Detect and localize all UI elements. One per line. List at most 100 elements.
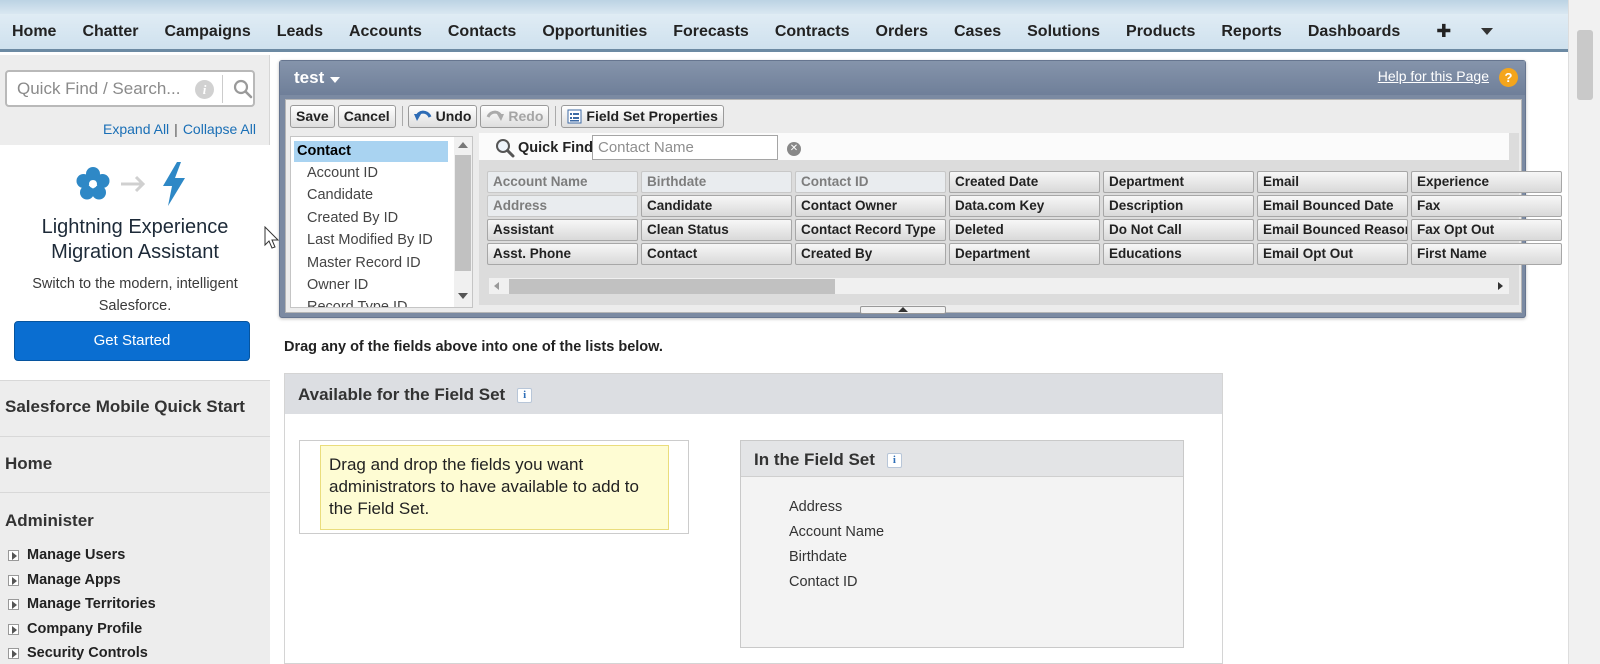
- field-chip[interactable]: First Name: [1411, 243, 1562, 265]
- collapse-palette-handle[interactable]: [860, 306, 946, 314]
- field-chip[interactable]: Deleted: [949, 219, 1100, 241]
- field-chip[interactable]: Department: [1103, 171, 1254, 193]
- sidebar-item-company-profile[interactable]: Company Profile: [8, 621, 142, 637]
- list-item[interactable]: Account ID: [291, 163, 455, 184]
- more-tabs-chevron-down-icon[interactable]: [1481, 28, 1494, 35]
- field-chip[interactable]: Clean Status: [641, 219, 792, 241]
- field-chip[interactable]: Email Opt Out: [1257, 243, 1408, 265]
- field-set-item[interactable]: Address: [789, 499, 842, 515]
- page-scrollbar-thumb[interactable]: [1577, 30, 1593, 100]
- collapse-all-link[interactable]: Collapse All: [183, 121, 256, 137]
- quick-find-search-input[interactable]: [15, 78, 195, 100]
- field-chip[interactable]: Candidate: [641, 195, 792, 217]
- cancel-button[interactable]: Cancel: [337, 104, 396, 128]
- tab-cases[interactable]: Cases: [954, 23, 1001, 41]
- help-icon[interactable]: ?: [1499, 68, 1518, 87]
- list-item[interactable]: Record Type ID: [291, 297, 455, 307]
- expand-triangle-icon[interactable]: [8, 574, 19, 586]
- field-chip[interactable]: Contact Record Type: [795, 219, 946, 241]
- field-chip[interactable]: Description: [1103, 195, 1254, 217]
- field-chip[interactable]: Experience: [1411, 171, 1562, 193]
- field-chip[interactable]: Data.com Key: [949, 195, 1100, 217]
- tab-opportunities[interactable]: Opportunities: [542, 23, 647, 41]
- available-fields-dropzone[interactable]: Drag and drop the fields you want admini…: [299, 440, 689, 534]
- list-item[interactable]: Candidate: [291, 185, 455, 206]
- help-for-this-page-link[interactable]: Help for this Page: [1378, 68, 1489, 84]
- tab-chatter[interactable]: Chatter: [82, 23, 138, 41]
- list-item[interactable]: Master Record ID: [291, 253, 455, 274]
- sidebar-item-manage-apps[interactable]: Manage Apps: [8, 572, 121, 588]
- tab-reports[interactable]: Reports: [1221, 23, 1281, 41]
- scroll-left-icon[interactable]: [494, 282, 499, 290]
- sidebar-item-security-controls[interactable]: Security Controls: [8, 645, 148, 661]
- info-icon[interactable]: i: [195, 80, 214, 99]
- field-chip[interactable]: Assistant: [487, 219, 638, 241]
- editor-title-dropdown[interactable]: test: [294, 68, 341, 88]
- list-item[interactable]: Owner ID: [291, 275, 455, 296]
- page-scrollbar[interactable]: [1568, 0, 1600, 664]
- scroll-up-icon[interactable]: [458, 142, 468, 148]
- scroll-right-icon[interactable]: [1498, 282, 1503, 290]
- expand-all-link[interactable]: Expand All: [103, 121, 169, 137]
- field-set-properties-button[interactable]: Field Set Properties: [561, 104, 724, 128]
- home-link[interactable]: Home: [5, 454, 52, 474]
- palette-scroll-thumb[interactable]: [509, 279, 835, 294]
- redo-button[interactable]: Redo: [480, 104, 550, 128]
- field-chip[interactable]: Educations: [1103, 243, 1254, 265]
- info-icon[interactable]: i: [886, 452, 902, 468]
- field-chip[interactable]: Address: [487, 195, 638, 217]
- field-set-item[interactable]: Account Name: [789, 524, 884, 540]
- field-chip[interactable]: Email Bounced Date: [1257, 195, 1408, 217]
- search-icon[interactable]: [233, 79, 253, 99]
- field-list-scrollbar[interactable]: [454, 137, 472, 307]
- field-chip[interactable]: Fax Opt Out: [1411, 219, 1562, 241]
- all-tabs-plus-icon[interactable]: ✚: [1436, 21, 1451, 42]
- field-set-item[interactable]: Contact ID: [789, 574, 858, 590]
- list-item-contact[interactable]: Contact: [294, 141, 448, 162]
- in-the-field-set-dropzone[interactable]: In the Field Set i Address Account Name …: [740, 440, 1184, 648]
- tab-leads[interactable]: Leads: [277, 23, 323, 41]
- mobile-quick-start-link[interactable]: Salesforce Mobile Quick Start: [5, 397, 245, 417]
- field-chip[interactable]: Email: [1257, 171, 1408, 193]
- info-icon[interactable]: i: [517, 387, 533, 403]
- field-chip[interactable]: Birthdate: [641, 171, 792, 193]
- save-button[interactable]: Save: [290, 104, 335, 128]
- tab-contracts[interactable]: Contracts: [775, 23, 850, 41]
- field-list-scroll-thumb[interactable]: [455, 155, 471, 271]
- tab-solutions[interactable]: Solutions: [1027, 23, 1100, 41]
- list-item[interactable]: Last Modified By ID: [291, 230, 455, 251]
- tab-dashboards[interactable]: Dashboards: [1308, 23, 1400, 41]
- sidebar-item-manage-users[interactable]: Manage Users: [8, 547, 125, 563]
- field-quick-find-input[interactable]: [592, 135, 778, 160]
- expand-triangle-icon[interactable]: [8, 623, 19, 635]
- field-chip[interactable]: Do Not Call: [1103, 219, 1254, 241]
- tab-contacts[interactable]: Contacts: [448, 23, 516, 41]
- field-chip[interactable]: Contact ID: [795, 171, 946, 193]
- field-chip[interactable]: Fax: [1411, 195, 1562, 217]
- field-chip[interactable]: Asst. Phone: [487, 243, 638, 265]
- palette-horizontal-scrollbar[interactable]: [489, 278, 1509, 294]
- field-chip[interactable]: Created Date: [949, 171, 1100, 193]
- get-started-button[interactable]: Get Started: [14, 321, 250, 361]
- sidebar-item-manage-territories[interactable]: Manage Territories: [8, 596, 156, 612]
- field-chip[interactable]: Created By: [795, 243, 946, 265]
- field-chip[interactable]: Contact: [641, 243, 792, 265]
- field-chip[interactable]: Contact Owner: [795, 195, 946, 217]
- chevron-down-icon[interactable]: [330, 77, 341, 83]
- field-set-item[interactable]: Birthdate: [789, 549, 847, 565]
- expand-triangle-icon[interactable]: [8, 549, 19, 561]
- expand-triangle-icon[interactable]: [8, 647, 19, 659]
- tab-home[interactable]: Home: [12, 23, 56, 41]
- field-chip[interactable]: Department: [949, 243, 1100, 265]
- tab-orders[interactable]: Orders: [876, 23, 928, 41]
- field-chip[interactable]: Account Name: [487, 171, 638, 193]
- tab-forecasts[interactable]: Forecasts: [673, 23, 749, 41]
- undo-button[interactable]: Undo: [407, 104, 478, 128]
- field-chip[interactable]: Email Bounced Reason: [1257, 219, 1408, 241]
- tab-campaigns[interactable]: Campaigns: [164, 23, 250, 41]
- clear-search-icon[interactable]: ✕: [787, 142, 801, 156]
- expand-triangle-icon[interactable]: [8, 598, 19, 610]
- tab-products[interactable]: Products: [1126, 23, 1195, 41]
- tab-accounts[interactable]: Accounts: [349, 23, 422, 41]
- list-item[interactable]: Created By ID: [291, 208, 455, 229]
